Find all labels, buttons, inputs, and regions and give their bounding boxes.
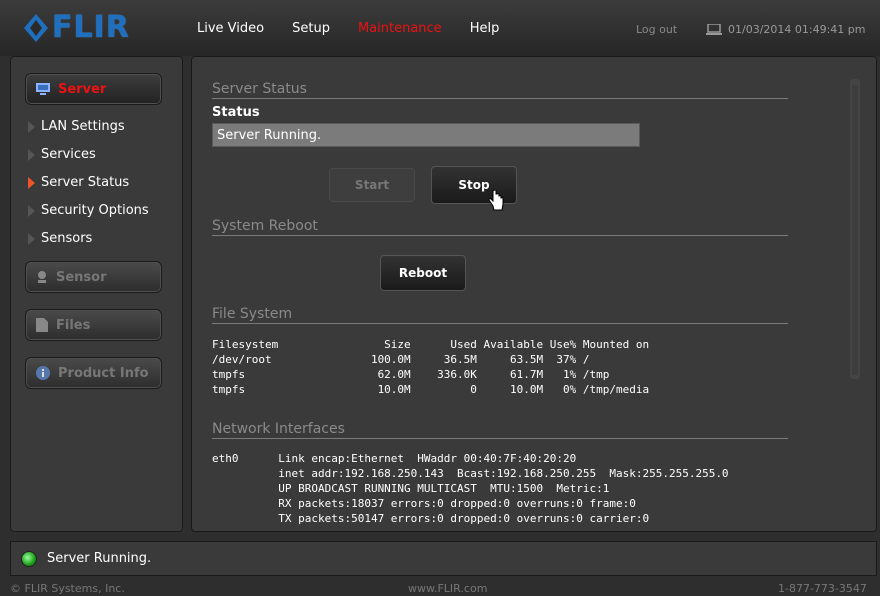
document-icon xyxy=(36,318,48,332)
sidebar: Server LAN Settings Services Server Stat… xyxy=(10,56,183,532)
sidebar-item-label: LAN Settings xyxy=(41,119,125,134)
sidebar-item-server-status[interactable]: Server Status xyxy=(28,175,129,190)
status-bar: Server Running. xyxy=(10,541,877,576)
nav-live-video[interactable]: Live Video xyxy=(197,21,264,36)
sidebar-item-label: Server Status xyxy=(41,175,130,190)
phone-number: 1-877-773-3547 xyxy=(778,582,867,595)
network-interfaces-output: eth0 Link encap:Ethernet HWaddr 00:40:7F… xyxy=(212,452,729,525)
sidebar-item-security-options[interactable]: Security Options xyxy=(28,203,149,218)
server-button-label: Server xyxy=(58,81,107,97)
sidebar-item-label: Security Options xyxy=(41,203,149,218)
start-button[interactable]: Start xyxy=(329,168,415,202)
flir-diamond-icon xyxy=(24,13,48,42)
triangle-icon xyxy=(28,232,35,245)
reboot-button[interactable]: Reboot xyxy=(380,255,466,291)
scrollbar[interactable] xyxy=(850,79,860,379)
files-button[interactable]: Files xyxy=(25,309,162,341)
product-info-button[interactable]: Product Info xyxy=(25,357,162,389)
info-icon xyxy=(36,366,50,380)
clock: 01/03/2014 01:49:41 pm xyxy=(706,23,866,36)
camera-icon xyxy=(38,271,46,283)
nav-help[interactable]: Help xyxy=(470,21,500,36)
files-button-label: Files xyxy=(56,317,91,333)
product-info-button-label: Product Info xyxy=(58,365,149,381)
sensor-button[interactable]: Sensor xyxy=(25,261,162,293)
nav-maintenance[interactable]: Maintenance xyxy=(358,21,442,36)
file-system-output: Filesystem Size Used Available Use% Moun… xyxy=(212,338,650,396)
network-interfaces-title: Network Interfaces xyxy=(212,421,788,439)
datetime: 01/03/2014 01:49:41 pm xyxy=(728,23,866,36)
top-bar: FLIR Live Video Setup Maintenance Help L… xyxy=(0,0,880,56)
monitor-icon xyxy=(36,83,50,95)
logo-text: FLIR xyxy=(52,10,130,45)
triangle-icon xyxy=(28,176,35,189)
laptop-icon xyxy=(706,23,722,35)
main-nav: Live Video Setup Maintenance Help xyxy=(197,21,527,36)
sidebar-item-label: Services xyxy=(41,147,96,162)
logout-link[interactable]: Log out xyxy=(636,23,677,36)
hand-cursor-icon xyxy=(488,190,504,211)
sidebar-item-services[interactable]: Services xyxy=(28,147,96,162)
status-label: Status xyxy=(212,105,260,120)
flir-logo[interactable]: FLIR xyxy=(24,10,130,45)
system-reboot-title: System Reboot xyxy=(212,218,788,236)
stop-button[interactable]: Stop xyxy=(431,166,517,204)
website-link[interactable]: www.FLIR.com xyxy=(408,582,487,595)
triangle-icon xyxy=(28,148,35,161)
sensor-button-label: Sensor xyxy=(56,269,107,285)
sidebar-item-lan-settings[interactable]: LAN Settings xyxy=(28,119,125,134)
footer: © FLIR Systems, Inc. www.FLIR.com 1-877-… xyxy=(0,582,880,596)
sidebar-item-sensors[interactable]: Sensors xyxy=(28,231,92,246)
status-field: Server Running. xyxy=(212,123,640,147)
server-button[interactable]: Server xyxy=(25,73,162,105)
file-system-title: File System xyxy=(212,306,788,324)
main-panel: Server Status Status Server Running. Sta… xyxy=(191,56,877,532)
status-bar-text: Server Running. xyxy=(47,551,152,566)
nav-setup[interactable]: Setup xyxy=(292,21,330,36)
status-led-icon xyxy=(21,550,37,567)
copyright: © FLIR Systems, Inc. xyxy=(10,582,125,595)
sidebar-item-label: Sensors xyxy=(41,231,93,246)
server-status-title: Server Status xyxy=(212,81,788,99)
triangle-icon xyxy=(28,204,35,217)
triangle-icon xyxy=(28,120,35,133)
